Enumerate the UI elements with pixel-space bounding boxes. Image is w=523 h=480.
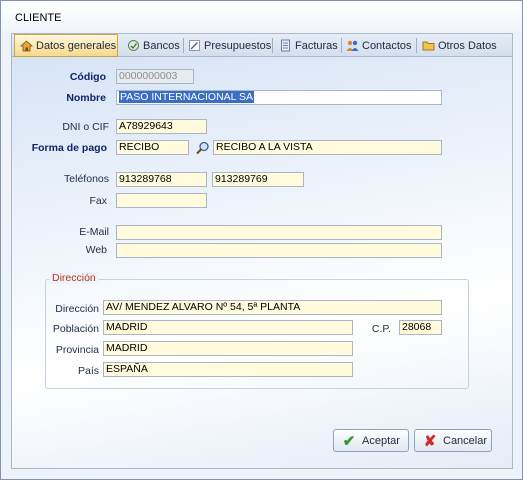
close-icon: ✘	[423, 432, 437, 450]
search-icon[interactable]	[196, 141, 210, 155]
direccion-label: Dirección	[55, 303, 99, 315]
codigo-field[interactable]: 0000000003	[116, 69, 194, 84]
tab-bar: Datos generales Bancos Presupuestos Fact…	[11, 33, 513, 57]
provincia-field[interactable]: MADRID	[103, 341, 353, 356]
email-label: E-Mail	[79, 226, 109, 238]
aceptar-label: Aceptar	[362, 434, 400, 447]
tab-label: Otros Datos	[438, 39, 497, 52]
cp-field[interactable]: 28068	[399, 320, 442, 335]
window-title: CLIENTE	[15, 12, 62, 24]
house-icon	[19, 39, 34, 52]
datos-generales-panel	[11, 57, 513, 469]
nombre-value: PASO INTERNACIONAL SA	[119, 91, 255, 103]
telefono2-field[interactable]: 913289769	[212, 172, 304, 187]
email-field[interactable]	[116, 225, 442, 240]
tab-contactos[interactable]: Contactos	[341, 35, 417, 56]
web-field[interactable]	[116, 243, 442, 258]
forma-pago-desc-field[interactable]: RECIBO A LA VISTA	[213, 140, 442, 155]
tab-label: Bancos	[143, 39, 180, 52]
dni-label: DNI o CIF	[62, 121, 109, 133]
forma-pago-code-field[interactable]: RECIBO	[116, 140, 189, 155]
fax-label: Fax	[89, 195, 107, 207]
tab-label: Contactos	[362, 39, 412, 52]
cancelar-label: Cancelar	[443, 434, 488, 447]
direccion-group-title: Dirección	[49, 272, 99, 284]
tab-label: Facturas	[295, 39, 338, 52]
cp-label: C.P.	[371, 323, 391, 335]
provincia-label: Provincia	[55, 344, 99, 356]
nombre-label: Nombre	[66, 92, 106, 104]
poblacion-label: Población	[52, 323, 99, 335]
tab-label: Datos generales	[36, 39, 117, 52]
web-label: Web	[85, 244, 107, 256]
people-icon	[346, 39, 359, 52]
tab-datos-generales[interactable]: Datos generales	[14, 34, 118, 57]
tab-otros-datos[interactable]: Otros Datos	[417, 35, 502, 56]
tab-bancos[interactable]: Bancos	[122, 35, 184, 56]
fax-field[interactable]	[116, 193, 207, 208]
telefono1-field[interactable]: 913289768	[116, 172, 207, 187]
pais-label: País	[77, 365, 99, 377]
codigo-label: Código	[69, 71, 106, 83]
cliente-dialog: CLIENTE Datos generales Bancos Presupues…	[0, 0, 523, 480]
pencil-icon	[188, 39, 201, 52]
folder-icon	[422, 39, 435, 52]
poblacion-field[interactable]: MADRID	[103, 320, 353, 335]
checkmark-icon: ✔	[342, 432, 356, 450]
cancelar-button[interactable]: ✘ Cancelar	[414, 429, 492, 452]
title-bar: CLIENTE	[1, 1, 522, 31]
tab-facturas[interactable]: Facturas	[274, 35, 342, 56]
dni-field[interactable]: A78929643	[116, 119, 207, 134]
bank-icon	[127, 39, 140, 52]
telefonos-label: Teléfonos	[64, 173, 109, 185]
nombre-field[interactable]: PASO INTERNACIONAL SA	[116, 90, 442, 105]
invoice-icon	[279, 39, 292, 52]
pais-field[interactable]: ESPAÑA	[103, 362, 353, 377]
direccion-field[interactable]: AV/ MENDEZ ALVARO Nº 54, 5ª PLANTA	[103, 300, 442, 315]
tab-presupuestos[interactable]: Presupuestos	[183, 35, 273, 56]
forma-pago-label: Forma de pago	[31, 142, 107, 154]
tab-label: Presupuestos	[204, 39, 272, 52]
aceptar-button[interactable]: ✔ Aceptar	[333, 429, 409, 452]
